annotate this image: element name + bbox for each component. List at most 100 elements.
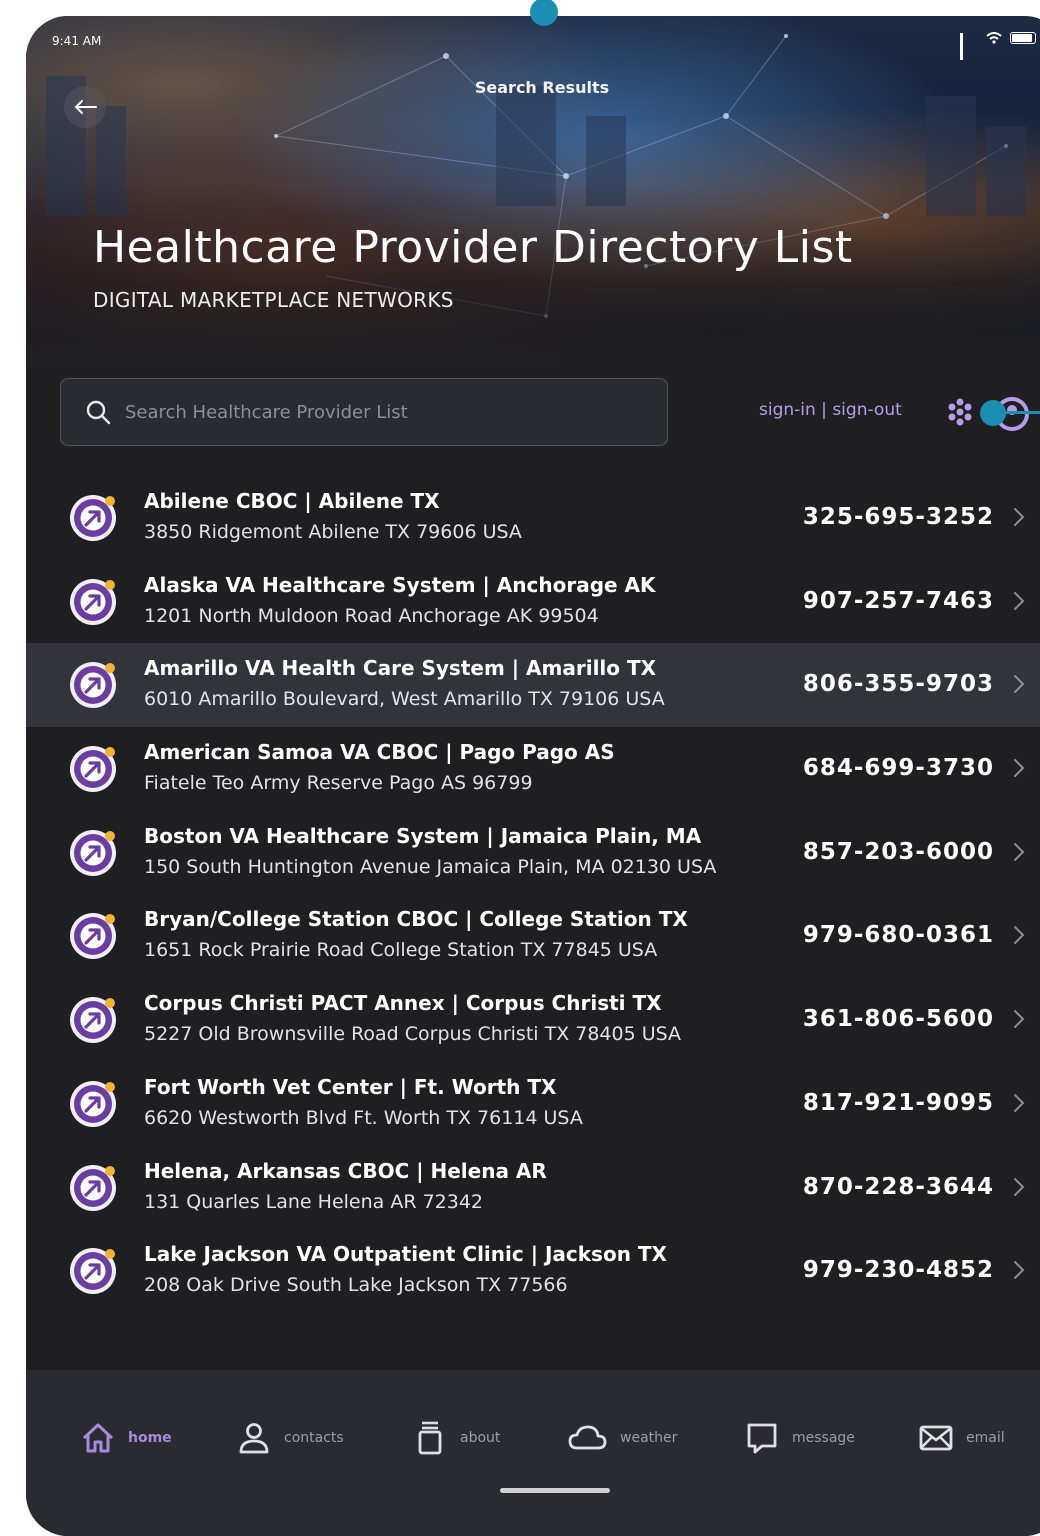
chat-bubble-icon: [747, 1423, 777, 1454]
provider-name: Abilene CBOC | Abilene TX: [144, 489, 440, 513]
provider-phone[interactable]: 870-228-3644: [803, 1174, 994, 1200]
tab-weather[interactable]: weather: [568, 1420, 677, 1456]
provider-name: Alaska VA Healthcare System | Anchorage …: [144, 572, 656, 597]
provider-row[interactable]: American Samoa VA CBOC | Pago Pago AS Fia…: [26, 727, 1040, 811]
provider-avatar-icon: [70, 746, 116, 793]
search-icon: [86, 400, 111, 425]
search-bar[interactable]: [60, 378, 668, 446]
provider-name: Helena, Arkansas CBOC | Helena AR: [144, 1158, 547, 1183]
chevron-right-icon: [1014, 675, 1025, 694]
provider-avatar-icon: [70, 578, 116, 625]
tablet-screen: 9:41 AM Search Results Healthcare Provid…: [26, 16, 1040, 1536]
provider-avatar-icon: [70, 913, 116, 960]
provider-phone[interactable]: 817-921-9095: [803, 1090, 994, 1116]
search-input[interactable]: [123, 400, 647, 424]
auth-separator: |: [815, 400, 833, 420]
provider-avatar-icon: [70, 829, 116, 876]
provider-row[interactable]: Amarillo VA Health Care System | Amarill…: [26, 643, 1040, 728]
provider-name: American Samoa VA CBOC | Pago Pago AS: [144, 740, 615, 765]
provider-phone[interactable]: 979-680-0361: [803, 922, 994, 948]
provider-address: 1651 Rock Prairie Road College Station T…: [144, 939, 658, 962]
provider-row[interactable]: Fort Worth Vet Center | Ft. Worth TX 6620…: [26, 1062, 1040, 1146]
tab-contacts[interactable]: contacts: [236, 1420, 344, 1456]
chevron-right-icon: [1014, 759, 1025, 778]
home-icon: [82, 1423, 114, 1453]
chevron-right-icon: [1014, 842, 1025, 861]
person-icon: [239, 1423, 269, 1454]
provider-phone[interactable]: 979-230-4852: [803, 1257, 994, 1283]
chevron-right-icon: [1014, 1261, 1025, 1280]
provider-phone[interactable]: 684-699-3730: [803, 755, 994, 781]
provider-list: Abilene CBOC | Abilene TX 3850 Ridgemont …: [26, 476, 1040, 1313]
provider-name: Lake Jackson VA Outpatient Clinic | Jack…: [144, 1242, 667, 1267]
provider-row[interactable]: Helena, Arkansas CBOC | Helena AR 131 Qua…: [26, 1146, 1040, 1230]
provider-avatar-icon: [70, 1248, 116, 1295]
arrow-left-icon: [74, 100, 97, 114]
provider-address: 5227 Old Brownsville Road Corpus Christi…: [144, 1023, 682, 1046]
provider-address: 150 South Huntington Avenue Jamaica Plai…: [144, 855, 717, 878]
tab-message[interactable]: message: [744, 1420, 855, 1456]
hero-shade: [26, 186, 1040, 364]
provider-phone[interactable]: 361-806-5600: [803, 1006, 994, 1032]
tab-label: home: [128, 1430, 172, 1446]
screen-title: Search Results: [474, 78, 610, 97]
tab-label: message: [792, 1430, 855, 1446]
provider-address: Fiatele Teo Army Reserve Pago AS 96799: [144, 772, 533, 795]
sign-in-link[interactable]: sign-in: [759, 400, 816, 420]
provider-phone[interactable]: 907-257-7463: [803, 588, 994, 614]
provider-name: Boston VA Healthcare System | Jamaica Pl…: [144, 823, 702, 848]
home-indicator: [500, 1488, 610, 1493]
signal-icon: [960, 32, 978, 60]
provider-row[interactable]: Boston VA Healthcare System | Jamaica Pl…: [26, 811, 1040, 895]
provider-phone[interactable]: 806-355-9703: [803, 671, 994, 697]
envelope-icon: [919, 1425, 953, 1451]
status-time: 9:41 AM: [52, 34, 102, 48]
sign-out-link[interactable]: sign-out: [832, 400, 901, 420]
provider-avatar-icon: [70, 1080, 116, 1127]
chevron-right-icon: [1014, 508, 1025, 526]
chevron-right-icon: [1014, 1093, 1025, 1112]
hero-banner: 9:41 AM Search Results Healthcare Provid…: [26, 16, 1040, 364]
provider-avatar-icon: [70, 1164, 116, 1211]
provider-name: Amarillo VA Health Care System | Amarill…: [144, 656, 657, 681]
provider-address: 6620 Westworth Blvd Ft. Worth TX 76114 U…: [144, 1106, 583, 1129]
editor-connector-line: [1000, 411, 1040, 414]
wifi-icon: [986, 32, 1002, 44]
tab-label: weather: [620, 1430, 678, 1446]
tab-label: email: [966, 1430, 1005, 1446]
tab-bar: home contacts about weather message emai…: [26, 1370, 1040, 1536]
provider-name: Corpus Christi PACT Annex | Corpus Chris…: [144, 991, 662, 1016]
auth-links: sign-in | sign-out: [759, 400, 902, 420]
provider-address: 1201 North Muldoon Road Anchorage AK 995…: [144, 604, 599, 627]
chevron-right-icon: [1014, 1010, 1025, 1029]
tab-email[interactable]: email: [918, 1420, 1005, 1456]
provider-address: 3850 Ridgemont Abilene TX 79606 USA: [144, 521, 522, 543]
provider-row[interactable]: Bryan/College Station CBOC | College Sta…: [26, 894, 1040, 978]
cloud-icon: [568, 1425, 607, 1450]
editor-handle-dot: [980, 400, 1006, 426]
provider-address: 208 Oak Drive South Lake Jackson TX 7756…: [144, 1274, 568, 1297]
tab-label: about: [460, 1430, 501, 1446]
provider-address: 6010 Amarillo Boulevard, West Amarillo T…: [144, 688, 665, 711]
status-icons: [960, 32, 1036, 60]
tab-label: contacts: [284, 1430, 344, 1446]
provider-row[interactable]: Lake Jackson VA Outpatient Clinic | Jack…: [26, 1229, 1040, 1313]
provider-avatar-icon: [70, 495, 116, 541]
apps-grid-icon[interactable]: [944, 396, 976, 428]
provider-avatar-icon: [70, 662, 116, 709]
provider-address: 131 Quarles Lane Helena AR 72342: [144, 1190, 484, 1213]
provider-row[interactable]: Corpus Christi PACT Annex | Corpus Chris…: [26, 978, 1040, 1062]
provider-phone[interactable]: 325-695-3252: [803, 504, 994, 530]
tab-about[interactable]: about: [412, 1420, 500, 1456]
battery-icon: [1010, 32, 1036, 44]
page-subtitle: DIGITAL MARKETPLACE NETWORKS: [93, 288, 454, 312]
provider-row[interactable]: Alaska VA Healthcare System | Anchorage …: [26, 560, 1040, 644]
chevron-right-icon: [1014, 1177, 1025, 1196]
provider-phone[interactable]: 857-203-6000: [803, 839, 994, 865]
provider-row[interactable]: Abilene CBOC | Abilene TX 3850 Ridgemont …: [26, 476, 1040, 560]
tab-home[interactable]: home: [80, 1420, 172, 1456]
chevron-right-icon: [1014, 591, 1025, 610]
cup-icon: [418, 1421, 442, 1455]
chevron-right-icon: [1014, 926, 1025, 945]
provider-name: Bryan/College Station CBOC | College Sta…: [144, 907, 688, 932]
